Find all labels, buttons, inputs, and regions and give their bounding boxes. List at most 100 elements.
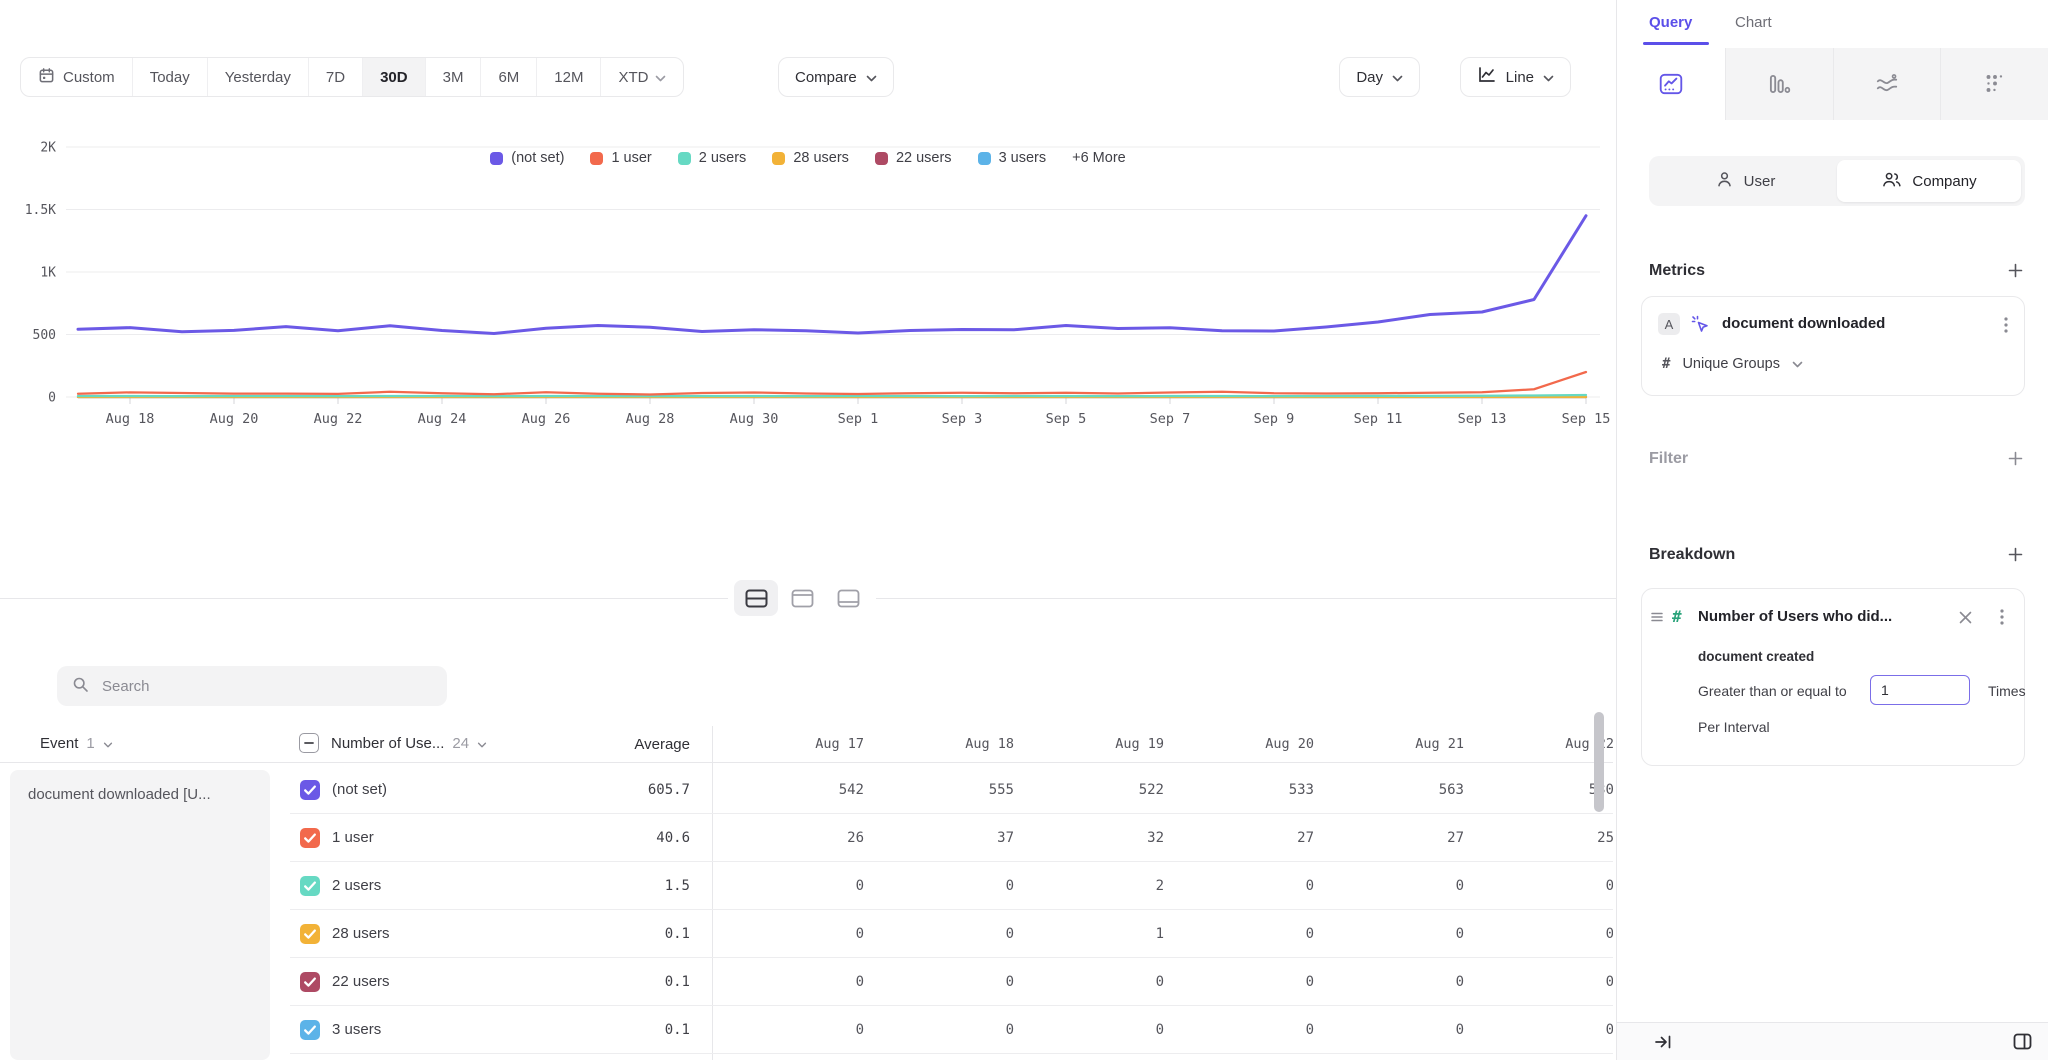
scope-user-label: User: [1744, 173, 1776, 190]
metric-aggregation-dropdown[interactable]: # Unique Groups: [1662, 355, 1803, 372]
breakdown-section-title: Breakdown: [1649, 546, 1735, 564]
row-date-value: 37: [884, 830, 1014, 846]
range-label: XTD: [618, 69, 648, 86]
range-30d[interactable]: 30D: [362, 58, 425, 96]
chart-type-button[interactable]: Line: [1460, 57, 1571, 97]
search-icon: [72, 676, 89, 697]
metric-event-name[interactable]: document downloaded: [1722, 315, 1885, 332]
table-row: 3 users0.1000000: [0, 1006, 1613, 1054]
breakdown-property-name[interactable]: Number of Users who did...: [1698, 608, 1892, 625]
active-tab-underline: [1643, 42, 1709, 45]
row-checkbox[interactable]: [300, 972, 320, 992]
table-body: document downloaded [U... (not set)605.7…: [0, 766, 1613, 1060]
row-checkbox[interactable]: [300, 780, 320, 800]
range-7d[interactable]: 7D: [308, 58, 362, 96]
row-group-label: 22 users: [332, 973, 390, 990]
row-date-value: 0: [884, 974, 1014, 990]
series-line-1-user: [78, 372, 1586, 395]
search-input[interactable]: [100, 677, 432, 696]
metrics-section-title: Metrics: [1649, 262, 1705, 280]
x-axis-tick-label: Aug 28: [626, 411, 675, 427]
add-metric-button[interactable]: [2008, 263, 2024, 279]
range-custom[interactable]: Custom: [21, 58, 132, 96]
range-yesterday[interactable]: Yesterday: [207, 58, 308, 96]
chart-type-label: Line: [1506, 69, 1534, 86]
add-filter-button[interactable]: [2008, 451, 2024, 467]
row-date-value: 2: [1034, 878, 1164, 894]
user-icon: [1715, 170, 1734, 193]
row-checkbox[interactable]: [300, 876, 320, 896]
split-view-icon: [745, 589, 768, 608]
row-average-value: 0.1: [540, 1022, 690, 1038]
row-date-value: 0: [1184, 926, 1314, 942]
tab-query[interactable]: Query: [1649, 14, 1692, 31]
row-date-value: 0: [884, 878, 1014, 894]
y-axis-tick-label: 1.5K: [25, 203, 56, 218]
row-checkbox[interactable]: [300, 924, 320, 944]
split-panel-icon[interactable]: [2013, 1033, 2032, 1050]
row-date-value: 0: [734, 1022, 864, 1038]
tab-chart[interactable]: Chart: [1735, 14, 1772, 31]
granularity-button[interactable]: Day: [1339, 57, 1420, 97]
row-average-value: 40.6: [540, 830, 690, 846]
chart-type-stream-chart[interactable]: [1833, 48, 1941, 120]
select-all-checkbox[interactable]: [299, 733, 319, 753]
event-column-header[interactable]: Event 1: [40, 735, 113, 752]
y-axis-tick-label: 0: [48, 391, 56, 406]
range-3m[interactable]: 3M: [425, 58, 481, 96]
row-date-value: 533: [1184, 782, 1314, 798]
filter-section-title: Filter: [1649, 450, 1688, 468]
scope-option-user[interactable]: User: [1653, 160, 1837, 202]
row-date-value: 0: [734, 878, 864, 894]
breakdown-kebab-menu-icon[interactable]: [2000, 609, 2004, 625]
chart-type-scatter-grid[interactable]: [1940, 48, 2048, 120]
date-column-header: Aug 17: [734, 736, 864, 752]
row-date-value: 0: [1334, 974, 1464, 990]
row-date-value: 563: [1334, 782, 1464, 798]
row-average-value: 0.1: [540, 926, 690, 942]
collapse-panel-icon[interactable]: [1653, 1033, 1673, 1051]
range-label: 6M: [498, 69, 519, 86]
metric-kebab-menu-icon[interactable]: [2004, 317, 2008, 333]
row-average-value: 1.5: [540, 878, 690, 894]
breakdown-per-interval-label[interactable]: Per Interval: [1698, 719, 1770, 735]
row-divider: [290, 1053, 1613, 1054]
breakdown-event-name[interactable]: document created: [1698, 649, 1814, 664]
group-header-label[interactable]: Number of Use...: [331, 735, 444, 752]
x-axis-tick-label: Sep 15: [1562, 411, 1611, 427]
breakdown-condition-label[interactable]: Greater than or equal to: [1698, 683, 1847, 699]
times-value-input[interactable]: [1870, 675, 1970, 705]
row-group-label: 28 users: [332, 925, 390, 942]
range-label: Today: [150, 69, 190, 86]
row-date-value: 0: [1484, 926, 1613, 942]
chart-type-line-chart[interactable]: [1618, 48, 1725, 120]
chevron-down-icon[interactable]: [477, 735, 487, 752]
metric-card: A document downloaded # Unique Groups: [1641, 296, 2025, 396]
range-xtd[interactable]: XTD: [600, 58, 683, 96]
range-12m[interactable]: 12M: [536, 58, 600, 96]
range-6m[interactable]: 6M: [480, 58, 536, 96]
range-label: 12M: [554, 69, 583, 86]
compare-button[interactable]: Compare: [778, 57, 894, 97]
row-date-value: 555: [884, 782, 1014, 798]
table-row: 2 users1.5002000: [0, 862, 1613, 910]
x-axis-tick-label: Aug 24: [418, 411, 467, 427]
row-checkbox[interactable]: [300, 828, 320, 848]
main-chart-area: Custom Today Yesterday7D30D3M 6M 12M XTD Comp…: [0, 0, 1616, 1060]
add-breakdown-button[interactable]: [2008, 547, 2024, 563]
chart-type-switcher: [1618, 48, 2048, 120]
close-icon[interactable]: [1959, 611, 1972, 624]
scope-option-company[interactable]: Company: [1837, 160, 2021, 202]
row-average-value: 605.7: [540, 782, 690, 798]
layout-toggle-split-view[interactable]: [734, 580, 778, 616]
chart-type-bar-chart[interactable]: [1725, 48, 1833, 120]
vertical-scrollbar-thumb[interactable]: [1594, 712, 1604, 812]
chevron-down-icon: [655, 69, 666, 86]
table-row: 1 user40.6263732272725: [0, 814, 1613, 862]
layout-toggle-chart-bottom-view[interactable]: [826, 580, 870, 616]
drag-handle-icon[interactable]: [1650, 611, 1664, 623]
row-checkbox[interactable]: [300, 1020, 320, 1040]
layout-toggle-chart-top-view[interactable]: [780, 580, 824, 616]
x-axis-tick-label: Sep 5: [1046, 411, 1087, 427]
range-today[interactable]: Today: [132, 58, 207, 96]
